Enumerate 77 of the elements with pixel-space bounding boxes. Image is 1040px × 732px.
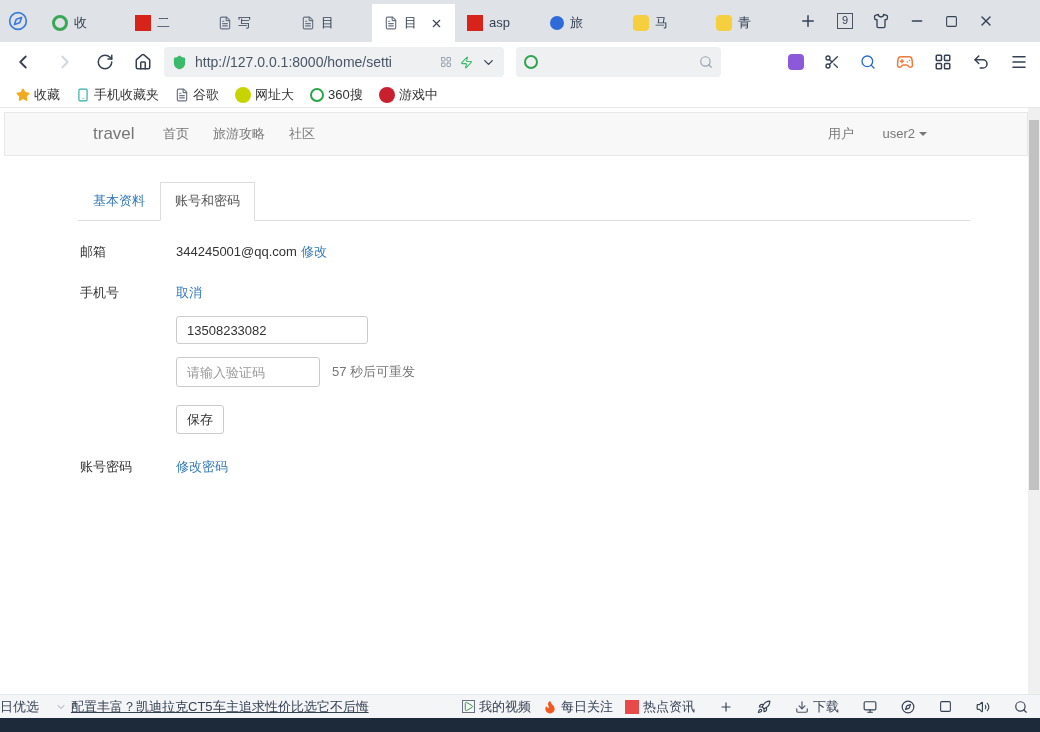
- nav-link[interactable]: 用户: [828, 124, 855, 144]
- rocket-icon[interactable]: [757, 699, 771, 714]
- edit-link[interactable]: 修改: [300, 241, 327, 262]
- email-value: 344245001@qq.com: [176, 242, 297, 261]
- grid-icon[interactable]: [934, 53, 952, 71]
- scrollbar-thumb[interactable]: [1029, 120, 1039, 490]
- browser-tab[interactable]: 写: [206, 4, 289, 42]
- browser-icon[interactable]: [901, 699, 915, 714]
- field-label: 手机号: [80, 283, 120, 302]
- browser-tab[interactable]: 目: [372, 4, 455, 42]
- save-button[interactable]: 保存: [176, 405, 224, 434]
- bookmark-link[interactable]: 游戏中: [378, 84, 438, 105]
- site-logo-icon: [467, 15, 483, 31]
- browser-tab[interactable]: 马: [621, 4, 704, 42]
- headline-link[interactable]: 配置丰富？凯迪拉克CT5车主追求性价比选它不后悔: [71, 696, 369, 717]
- settings-tab[interactable]: 基本资料: [78, 182, 160, 220]
- nav-link[interactable]: 首页: [162, 124, 189, 144]
- status-link[interactable]: 我的视频: [462, 696, 531, 717]
- address-bar[interactable]: http://127.0.0.1:8000/home/setti: [164, 47, 504, 77]
- status-link[interactable]: 热点资讯: [625, 696, 695, 717]
- speaker-icon[interactable]: [976, 699, 990, 714]
- fire-icon: [543, 699, 557, 714]
- site-brand[interactable]: travel: [93, 121, 135, 147]
- browser-tab[interactable]: asp: [455, 4, 538, 42]
- user-menu[interactable]: user2: [882, 124, 927, 144]
- nav-link[interactable]: 旅游攻略: [212, 124, 265, 144]
- shirt-icon[interactable]: [873, 13, 890, 29]
- navigation-icon[interactable]: [8, 11, 28, 31]
- countdown-text: 57 秒后可重发: [332, 363, 416, 382]
- gamepad-icon[interactable]: [896, 53, 914, 71]
- phone-input[interactable]: 13508233082: [176, 316, 368, 344]
- document-icon: [218, 16, 232, 30]
- browser-tab[interactable]: 青: [704, 4, 787, 42]
- status-link[interactable]: 每日关注: [543, 696, 613, 717]
- undo-icon[interactable]: [972, 53, 990, 71]
- site-logo-icon: [135, 15, 151, 31]
- document-icon: [384, 16, 398, 30]
- browser-tab[interactable]: 收: [40, 4, 123, 42]
- browser-tab[interactable]: 二: [123, 4, 206, 42]
- caret-icon: [919, 132, 927, 136]
- monitor-icon[interactable]: [863, 699, 877, 714]
- reload-icon[interactable]: [96, 53, 114, 71]
- search-field[interactable]: [516, 47, 721, 77]
- status-text: 日优选: [0, 697, 39, 716]
- bookmark-link[interactable]: 收藏: [16, 84, 60, 105]
- phone-icon: [76, 87, 90, 102]
- code-input[interactable]: 请输入验证码: [176, 357, 320, 387]
- home-icon[interactable]: [134, 53, 152, 71]
- cancel-link[interactable]: 取消: [176, 282, 202, 302]
- browser-tab[interactable]: 目: [289, 4, 372, 42]
- tab-count[interactable]: 9: [837, 13, 854, 29]
- document-icon: [301, 16, 315, 30]
- window-icon[interactable]: [939, 700, 952, 713]
- magnifier-icon[interactable]: [860, 54, 876, 70]
- url-text: http://127.0.0.1:8000/home/setti: [195, 52, 392, 72]
- browser-tab[interactable]: 旅: [538, 4, 621, 42]
- change-password-link[interactable]: 修改密码: [176, 457, 228, 477]
- bookmark-link[interactable]: 360搜: [310, 84, 363, 105]
- play-icon: [462, 700, 475, 713]
- scrollbar[interactable]: [1028, 108, 1040, 694]
- star-icon: [16, 87, 30, 102]
- status-link[interactable]: 下载: [795, 696, 839, 717]
- nav-link[interactable]: 社区: [288, 124, 315, 144]
- field-label: 邮箱: [80, 242, 107, 261]
- settings-tab[interactable]: 账号和密码: [160, 182, 255, 221]
- menu-icon[interactable]: [1010, 53, 1028, 71]
- bookmark-link[interactable]: 手机收藏夹: [76, 84, 159, 105]
- new-tab-icon[interactable]: [799, 12, 817, 30]
- scissors-icon[interactable]: [824, 54, 840, 70]
- document-icon: [175, 87, 189, 102]
- bookmark-link[interactable]: 谷歌: [175, 84, 219, 105]
- bookmark-link[interactable]: 网址大: [235, 84, 294, 105]
- search-icon[interactable]: [1014, 699, 1028, 714]
- shield-icon: [172, 54, 187, 70]
- download-icon: [795, 699, 809, 714]
- maximize-icon[interactable]: [945, 14, 959, 28]
- field-label: 账号密码: [80, 458, 133, 476]
